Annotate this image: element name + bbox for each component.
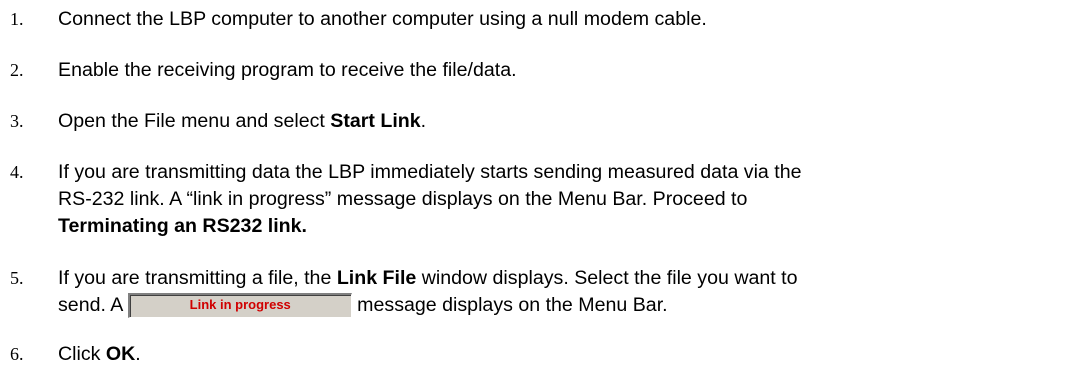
step-text-pre: If you are transmitting a file, the	[58, 267, 337, 289]
link-in-progress-status-indicator: Link in progress	[127, 293, 352, 318]
step-text: If you are transmitting a file, the Link…	[58, 265, 1068, 319]
step-text-line: RS-232 link. A “link in progress” messag…	[58, 188, 748, 210]
step-text-line: send. A Link in progress message display…	[58, 292, 1068, 319]
step-number: 5.	[10, 268, 24, 288]
step-number: 6.	[10, 344, 24, 364]
step-text-line: Terminating an RS232 link.	[58, 213, 1068, 240]
step-text-line: Click OK.	[58, 341, 1068, 368]
window-name-link-file: Link File	[336, 267, 417, 289]
step-text-post: message displays on the Menu Bar.	[351, 294, 668, 316]
step-text: Enable the receiving program to receive …	[58, 57, 1068, 84]
step-text: If you are transmitting data the LBP imm…	[58, 159, 1068, 240]
step-text-line: Connect the LBP computer to another comp…	[58, 8, 707, 30]
section-reference-terminating-link: Terminating an RS232 link.	[58, 215, 307, 237]
menu-command-start-link: Start Link	[330, 110, 421, 132]
step-text-post: .	[135, 343, 141, 365]
step-number: 1.	[10, 9, 24, 29]
step-text-pre: send. A	[58, 294, 128, 316]
step-number: 3.	[10, 111, 24, 131]
step-text-line: If you are transmitting a file, the Link…	[58, 265, 1068, 292]
status-label: Link in progress	[189, 297, 291, 312]
step-number: 4.	[10, 162, 24, 182]
step-text: Connect the LBP computer to another comp…	[58, 6, 1068, 33]
step-text-line: Open the File menu and select Start Link…	[58, 108, 1068, 135]
step-text-pre: Open the File menu and select	[58, 110, 331, 132]
step-text-post: .	[420, 110, 427, 132]
step-text-line: Enable the receiving program to receive …	[58, 59, 517, 81]
step-text-pre: Click	[58, 343, 106, 365]
button-name-ok: OK	[105, 343, 136, 365]
step-text-post: window displays. Select the file you wan…	[416, 267, 798, 289]
step-text-line: If you are transmitting data the LBP imm…	[58, 161, 802, 183]
step-number: 2.	[10, 60, 24, 80]
step-text: Click OK.	[58, 341, 1068, 368]
step-text: Open the File menu and select Start Link…	[58, 108, 1068, 135]
